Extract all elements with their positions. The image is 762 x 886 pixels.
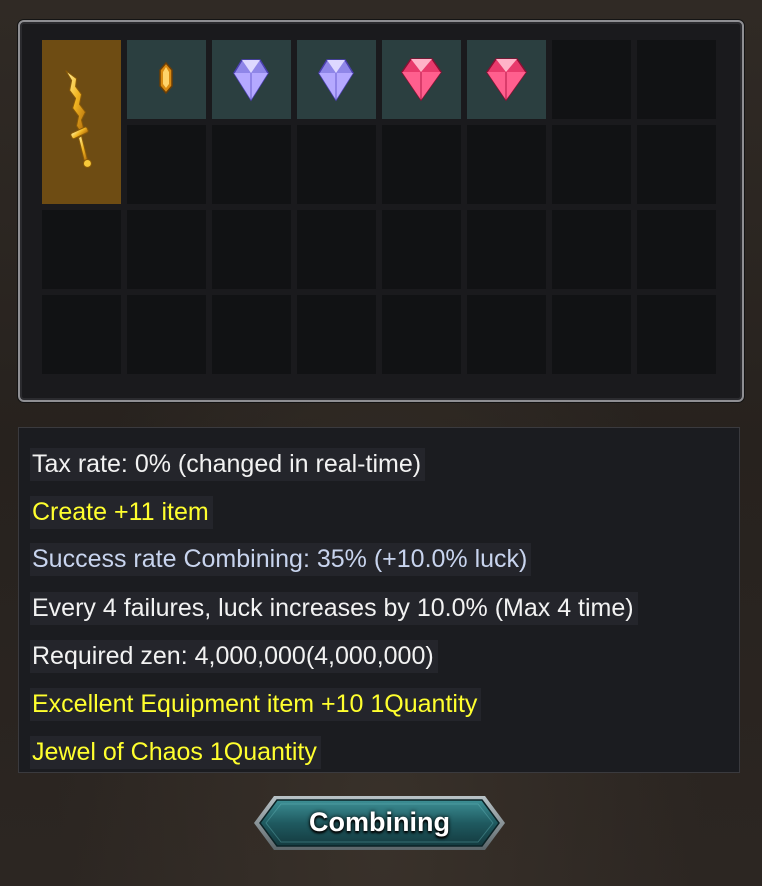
item-slot-empty[interactable]	[297, 125, 376, 204]
item-slot-gem[interactable]	[382, 40, 461, 119]
item-slot-empty[interactable]	[467, 295, 546, 374]
required-zen-text: Required zen: 4,000,000(4,000,000)	[30, 640, 438, 673]
item-slot-empty[interactable]	[42, 295, 121, 374]
tax-rate-text: Tax rate: 0% (changed in real-time)	[30, 448, 426, 481]
item-slot-empty[interactable]	[297, 295, 376, 374]
required-item-text: Excellent Equipment item +10 1Quantity	[30, 688, 482, 721]
amber-jewel-icon	[159, 61, 173, 95]
item-slot-gem[interactable]	[467, 40, 546, 119]
item-slot-empty[interactable]	[552, 40, 631, 119]
item-slot-sword[interactable]	[42, 40, 121, 204]
golden-sword-icon	[65, 70, 92, 168]
item-slot-empty[interactable]	[637, 210, 716, 289]
purple-gem-icon	[318, 59, 354, 102]
item-slot-empty[interactable]	[552, 210, 631, 289]
luck-note-text: Every 4 failures, luck increases by 10.0…	[30, 592, 638, 625]
item-slot-empty[interactable]	[127, 295, 206, 374]
item-slot-empty[interactable]	[212, 295, 291, 374]
required-item-text: Jewel of Chaos 1Quantity	[30, 736, 321, 769]
item-slot-empty[interactable]	[382, 125, 461, 204]
item-slot-empty[interactable]	[127, 125, 206, 204]
item-slot-empty[interactable]	[212, 125, 291, 204]
item-slot-empty[interactable]	[382, 295, 461, 374]
combining-button-label: Combining	[309, 807, 450, 837]
success-rate-text: Success rate Combining: 35% (+10.0% luck…	[30, 543, 532, 576]
item-slot-gem[interactable]	[212, 40, 291, 119]
item-slot-empty[interactable]	[637, 40, 716, 119]
combine-info-panel: Tax rate: 0% (changed in real-time) Crea…	[18, 427, 740, 773]
create-item-text: Create +11 item	[30, 496, 213, 529]
item-slot-empty[interactable]	[42, 210, 121, 289]
item-slot-empty[interactable]	[637, 295, 716, 374]
item-slot-empty[interactable]	[552, 295, 631, 374]
item-slot-gem[interactable]	[297, 40, 376, 119]
item-slot-empty[interactable]	[637, 125, 716, 204]
pink-gem-icon	[401, 58, 442, 102]
pink-gem-icon	[486, 58, 527, 102]
item-slot-amber-jewel[interactable]	[127, 40, 206, 119]
combine-item-panel	[18, 20, 744, 402]
item-slot-empty[interactable]	[467, 125, 546, 204]
item-slot-empty[interactable]	[467, 210, 546, 289]
item-slot-empty[interactable]	[552, 125, 631, 204]
item-slot-empty[interactable]	[127, 210, 206, 289]
purple-gem-icon	[233, 59, 269, 102]
item-slot-empty[interactable]	[212, 210, 291, 289]
item-slot-empty[interactable]	[382, 210, 461, 289]
item-slot-empty[interactable]	[297, 210, 376, 289]
combining-button[interactable]: Combining	[252, 794, 507, 852]
